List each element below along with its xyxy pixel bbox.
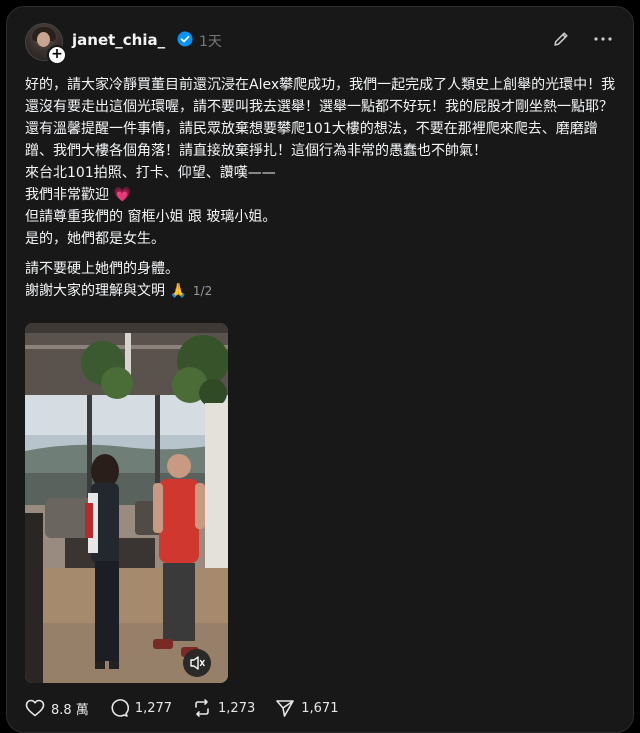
post-paragraph: 我們非常歡迎 💗 [25,187,131,203]
post-card: + janet_chia_ 1天 好的，請大家冷靜買董目前還沉浸在Alex攀爬成… [6,6,634,733]
post-body: 好的，請大家冷靜買董目前還沉浸在Alex攀爬成功，我們一起完成了人類史上創舉的光… [25,74,617,302]
username-link[interactable]: janet_chia_ [72,31,165,49]
repost-icon [195,699,209,717]
shares-count: 1,671 [301,700,339,716]
post-header: + janet_chia_ 1天 [25,23,615,65]
mute-icon[interactable] [183,649,211,677]
reposts-count: 1,273 [218,700,256,716]
post-time: 1天 [199,34,222,50]
image-pager: 1/2 [192,284,213,298]
post-paragraph: 是的，她們都是女生。 [25,231,165,247]
verified-icon [177,31,193,47]
heart-emoji: 💗 [113,187,131,203]
more-icon[interactable] [591,29,615,49]
comment-icon [111,699,129,717]
edit-icon[interactable] [551,29,571,49]
action-bar: 8.8 萬 1,277 1,273 1,671 [25,697,358,719]
post-paragraph: 來台北101拍照、打卡、仰望、讚嘆—— [25,165,276,181]
comments-count: 1,277 [134,700,173,716]
comment-button[interactable]: 1,277 [109,698,172,718]
heart-icon [25,699,45,717]
share-button[interactable]: 1,671 [275,698,338,718]
post-paragraph: 謝謝大家的理解與文明 🙏 1/2 [25,280,617,302]
post-paragraph: 好的，請大家冷靜買董目前還沉浸在Alex攀爬成功，我們一起完成了人類史上創舉的光… [25,77,616,115]
post-paragraph: 請不要硬上她們的身體。 [25,261,179,277]
pray-emoji: 🙏 [169,283,187,299]
repost-button[interactable]: 1,273 [192,698,255,718]
plus-icon[interactable]: + [47,45,67,65]
post-paragraph: 還有溫馨提醒一件事情，請民眾放棄想要攀爬101大樓的想法，不要在那裡爬來爬去、磨… [25,121,598,159]
share-icon [276,700,295,717]
like-button[interactable]: 8.8 萬 [25,699,89,718]
post-image[interactable] [25,323,228,683]
likes-count: 8.8 萬 [51,702,89,718]
post-paragraph: 但請尊重我們的 窗框小姐 跟 玻璃小姐。 [25,209,277,225]
